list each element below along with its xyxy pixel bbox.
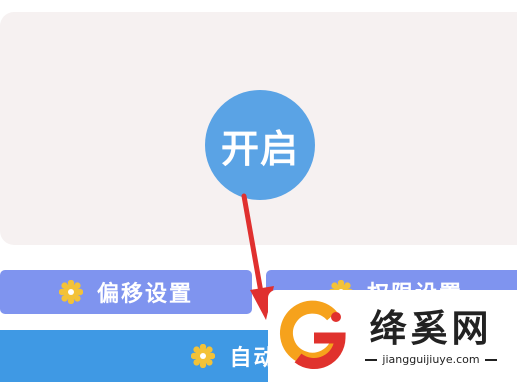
gear-icon (58, 280, 83, 304)
watermark-domain-row: jiangguijiuye.com (356, 353, 506, 366)
start-button-label: 开启 (220, 126, 299, 171)
g-logo-icon (279, 300, 346, 369)
watermark: 绛奚网 jiangguijiuye.com (268, 290, 517, 382)
offset-settings-button[interactable]: 偏移设置 (0, 270, 252, 314)
watermark-brand: 绛奚网 (369, 307, 493, 350)
offset-settings-label: 偏移设置 (96, 282, 193, 307)
divider (365, 358, 378, 361)
watermark-domain: jiangguijiuye.com (382, 353, 480, 366)
start-button[interactable]: 开启 (205, 90, 315, 200)
gear-icon (191, 344, 216, 368)
main-panel: 开启 (0, 12, 517, 245)
divider (484, 358, 497, 361)
